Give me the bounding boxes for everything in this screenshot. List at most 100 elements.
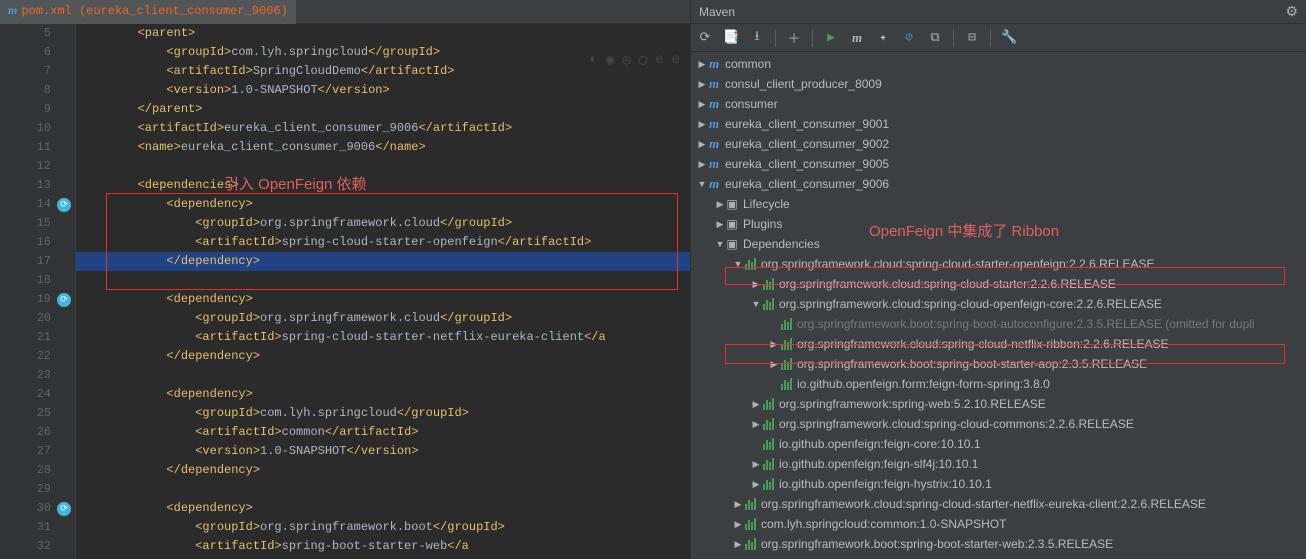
maven-tree[interactable]: ▶mcommon▶mconsul_client_producer_8009▶mc… [691,52,1306,559]
code-line[interactable]: <version>1.0-SNAPSHOT</version> [76,81,690,100]
expand-arrow-icon[interactable]: ▶ [715,214,725,234]
code-line[interactable]: </dependency> [76,252,690,271]
editor-tab[interactable]: m pom.xml (eureka_client_consumer_9006) [0,0,296,24]
tree-node[interactable]: ▶org.springframework.cloud:spring-cloud-… [691,494,1306,514]
add-icon[interactable]: ＋ [786,28,802,47]
code-line[interactable] [76,480,690,499]
code-line[interactable] [76,157,690,176]
settings-icon[interactable]: ⚙ [1285,3,1298,20]
code-editor[interactable]: 567891011121314⟳1516171819⟳2021222324252… [0,24,690,559]
safari-icon[interactable]: ◎ [622,52,630,69]
code-line[interactable]: <artifactId>eureka_client_consumer_9006<… [76,119,690,138]
code-line[interactable]: <parent> [76,24,690,43]
opera-icon[interactable]: ◯ [639,52,647,69]
tree-node[interactable]: ▶meureka_client_consumer_9005 [691,154,1306,174]
expand-arrow-icon[interactable]: ▶ [697,114,707,134]
expand-arrow-icon[interactable]: ▶ [751,414,761,434]
expand-arrow-icon[interactable]: ▶ [751,474,761,494]
code-line[interactable]: <groupId>org.springframework.boot</group… [76,518,690,537]
tree-node[interactable]: ▶mcommon [691,54,1306,74]
code-line[interactable]: <name>eureka_client_consumer_9006</name> [76,138,690,157]
code-line[interactable]: <dependency> [76,290,690,309]
code-line[interactable]: <artifactId>spring-cloud-starter-openfei… [76,233,690,252]
expand-arrow-icon[interactable]: ▼ [733,254,743,274]
expand-arrow-icon[interactable]: ▶ [733,494,743,514]
generate-sources-icon[interactable]: 📑 [723,30,739,45]
expand-arrow-icon[interactable]: ▶ [697,154,707,174]
node-icon [779,358,793,370]
code-line[interactable]: </dependency> [76,461,690,480]
expand-arrow-icon[interactable]: ▼ [697,174,707,194]
tree-node[interactable]: org.springframework.boot:spring-boot-aut… [691,314,1306,334]
tree-node[interactable]: ▼meureka_client_consumer_9006 [691,174,1306,194]
expand-arrow-icon[interactable]: ▶ [697,94,707,114]
expand-arrow-icon[interactable]: ▶ [697,134,707,154]
firefox-icon[interactable]: ◉ [606,52,614,69]
code-line[interactable]: <version>1.0-SNAPSHOT</version> [76,442,690,461]
run-bean-gutter-icon[interactable]: ⟳ [57,502,71,516]
expand-arrow-icon[interactable]: ▶ [751,394,761,414]
code-line[interactable]: <dependency> [76,385,690,404]
run-bean-gutter-icon[interactable]: ⟳ [57,293,71,307]
download-icon[interactable]: ⭳ [749,27,765,49]
expand-arrow-icon[interactable]: ▶ [751,454,761,474]
tree-node[interactable]: ▶mconsumer [691,94,1306,114]
code-line[interactable]: <dependencies> [76,176,690,195]
tree-node[interactable]: ▶mconsul_client_producer_8009 [691,74,1306,94]
wrench-icon[interactable]: 🔧 [1001,30,1017,45]
collapse-all-icon[interactable]: ⊟ [964,30,980,45]
toggle-offline-icon[interactable]: ✦ [875,30,891,45]
code-line[interactable] [76,271,690,290]
skip-tests-icon[interactable]: ⊘ [901,30,917,45]
reload-icon[interactable]: ⟳ [697,30,713,45]
expand-arrow-icon[interactable]: ▶ [733,534,743,554]
expand-arrow-icon[interactable]: ▶ [715,194,725,214]
tree-node[interactable]: ▶meureka_client_consumer_9001 [691,114,1306,134]
code-line[interactable]: <artifactId>common</artifactId> [76,423,690,442]
tree-node[interactable]: ▼▣Dependencies [691,234,1306,254]
tree-node[interactable]: ▼org.springframework.cloud:spring-cloud-… [691,254,1306,274]
expand-arrow-icon[interactable]: ▶ [733,514,743,534]
code-line[interactable]: <dependency> [76,499,690,518]
chrome-icon[interactable]: ◐ [589,52,597,69]
expand-arrow-icon[interactable]: ▶ [769,334,779,354]
m-icon[interactable]: m [849,30,865,46]
run-bean-gutter-icon[interactable]: ⟳ [57,198,71,212]
tree-node[interactable]: io.github.openfeign.form:feign-form-spri… [691,374,1306,394]
code-line[interactable]: <artifactId>spring-boot-starter-web</a [76,537,690,556]
expand-arrow-icon[interactable]: ▶ [751,274,761,294]
tree-node[interactable]: io.github.openfeign:feign-core:10.10.1 [691,434,1306,454]
code-line[interactable]: <groupId>org.springframework.cloud</grou… [76,214,690,233]
node-icon [779,378,793,390]
tree-node[interactable]: ▶▣Plugins [691,214,1306,234]
tree-node[interactable]: ▶org.springframework.cloud:spring-cloud-… [691,334,1306,354]
tree-node[interactable]: ▶org.springframework.cloud:spring-cloud-… [691,414,1306,434]
code-line[interactable]: <groupId>org.springframework.cloud</grou… [76,309,690,328]
tree-node[interactable]: ▶▣Lifecycle [691,194,1306,214]
tree-node[interactable]: ▶org.springframework.boot:spring-boot-st… [691,534,1306,554]
expand-arrow-icon[interactable]: ▼ [715,234,725,254]
tree-node[interactable]: ▶org.springframework.boot:spring-boot-st… [691,354,1306,374]
tree-node[interactable]: ▶org.springframework:spring-web:5.2.10.R… [691,394,1306,414]
run-icon[interactable]: ▶ [823,30,839,45]
expand-arrow-icon[interactable]: ▼ [751,294,761,314]
tree-node[interactable]: ▶org.springframework.cloud:spring-cloud-… [691,274,1306,294]
code-line[interactable] [76,366,690,385]
ie-icon[interactable]: e [672,52,680,69]
code-line[interactable]: <artifactId>spring-cloud-starter-netflix… [76,328,690,347]
expand-arrow-icon[interactable]: ▶ [769,354,779,374]
code-area[interactable]: <parent> <groupId>com.lyh.springcloud</g… [76,24,690,559]
tree-node[interactable]: ▶io.github.openfeign:feign-hystrix:10.10… [691,474,1306,494]
expand-arrow-icon[interactable]: ▶ [697,54,707,74]
edge-icon[interactable]: e [655,52,663,69]
show-deps-icon[interactable]: ⧉ [927,30,943,45]
code-line[interactable]: <dependency> [76,195,690,214]
code-line[interactable]: </parent> [76,100,690,119]
tree-node[interactable]: ▶com.lyh.springcloud:common:1.0-SNAPSHOT [691,514,1306,534]
code-line[interactable]: <groupId>com.lyh.springcloud</groupId> [76,404,690,423]
expand-arrow-icon[interactable]: ▶ [697,74,707,94]
tree-node[interactable]: ▶meureka_client_consumer_9002 [691,134,1306,154]
tree-node[interactable]: ▶io.github.openfeign:feign-slf4j:10.10.1 [691,454,1306,474]
code-line[interactable]: </dependency> [76,347,690,366]
tree-node[interactable]: ▼org.springframework.cloud:spring-cloud-… [691,294,1306,314]
